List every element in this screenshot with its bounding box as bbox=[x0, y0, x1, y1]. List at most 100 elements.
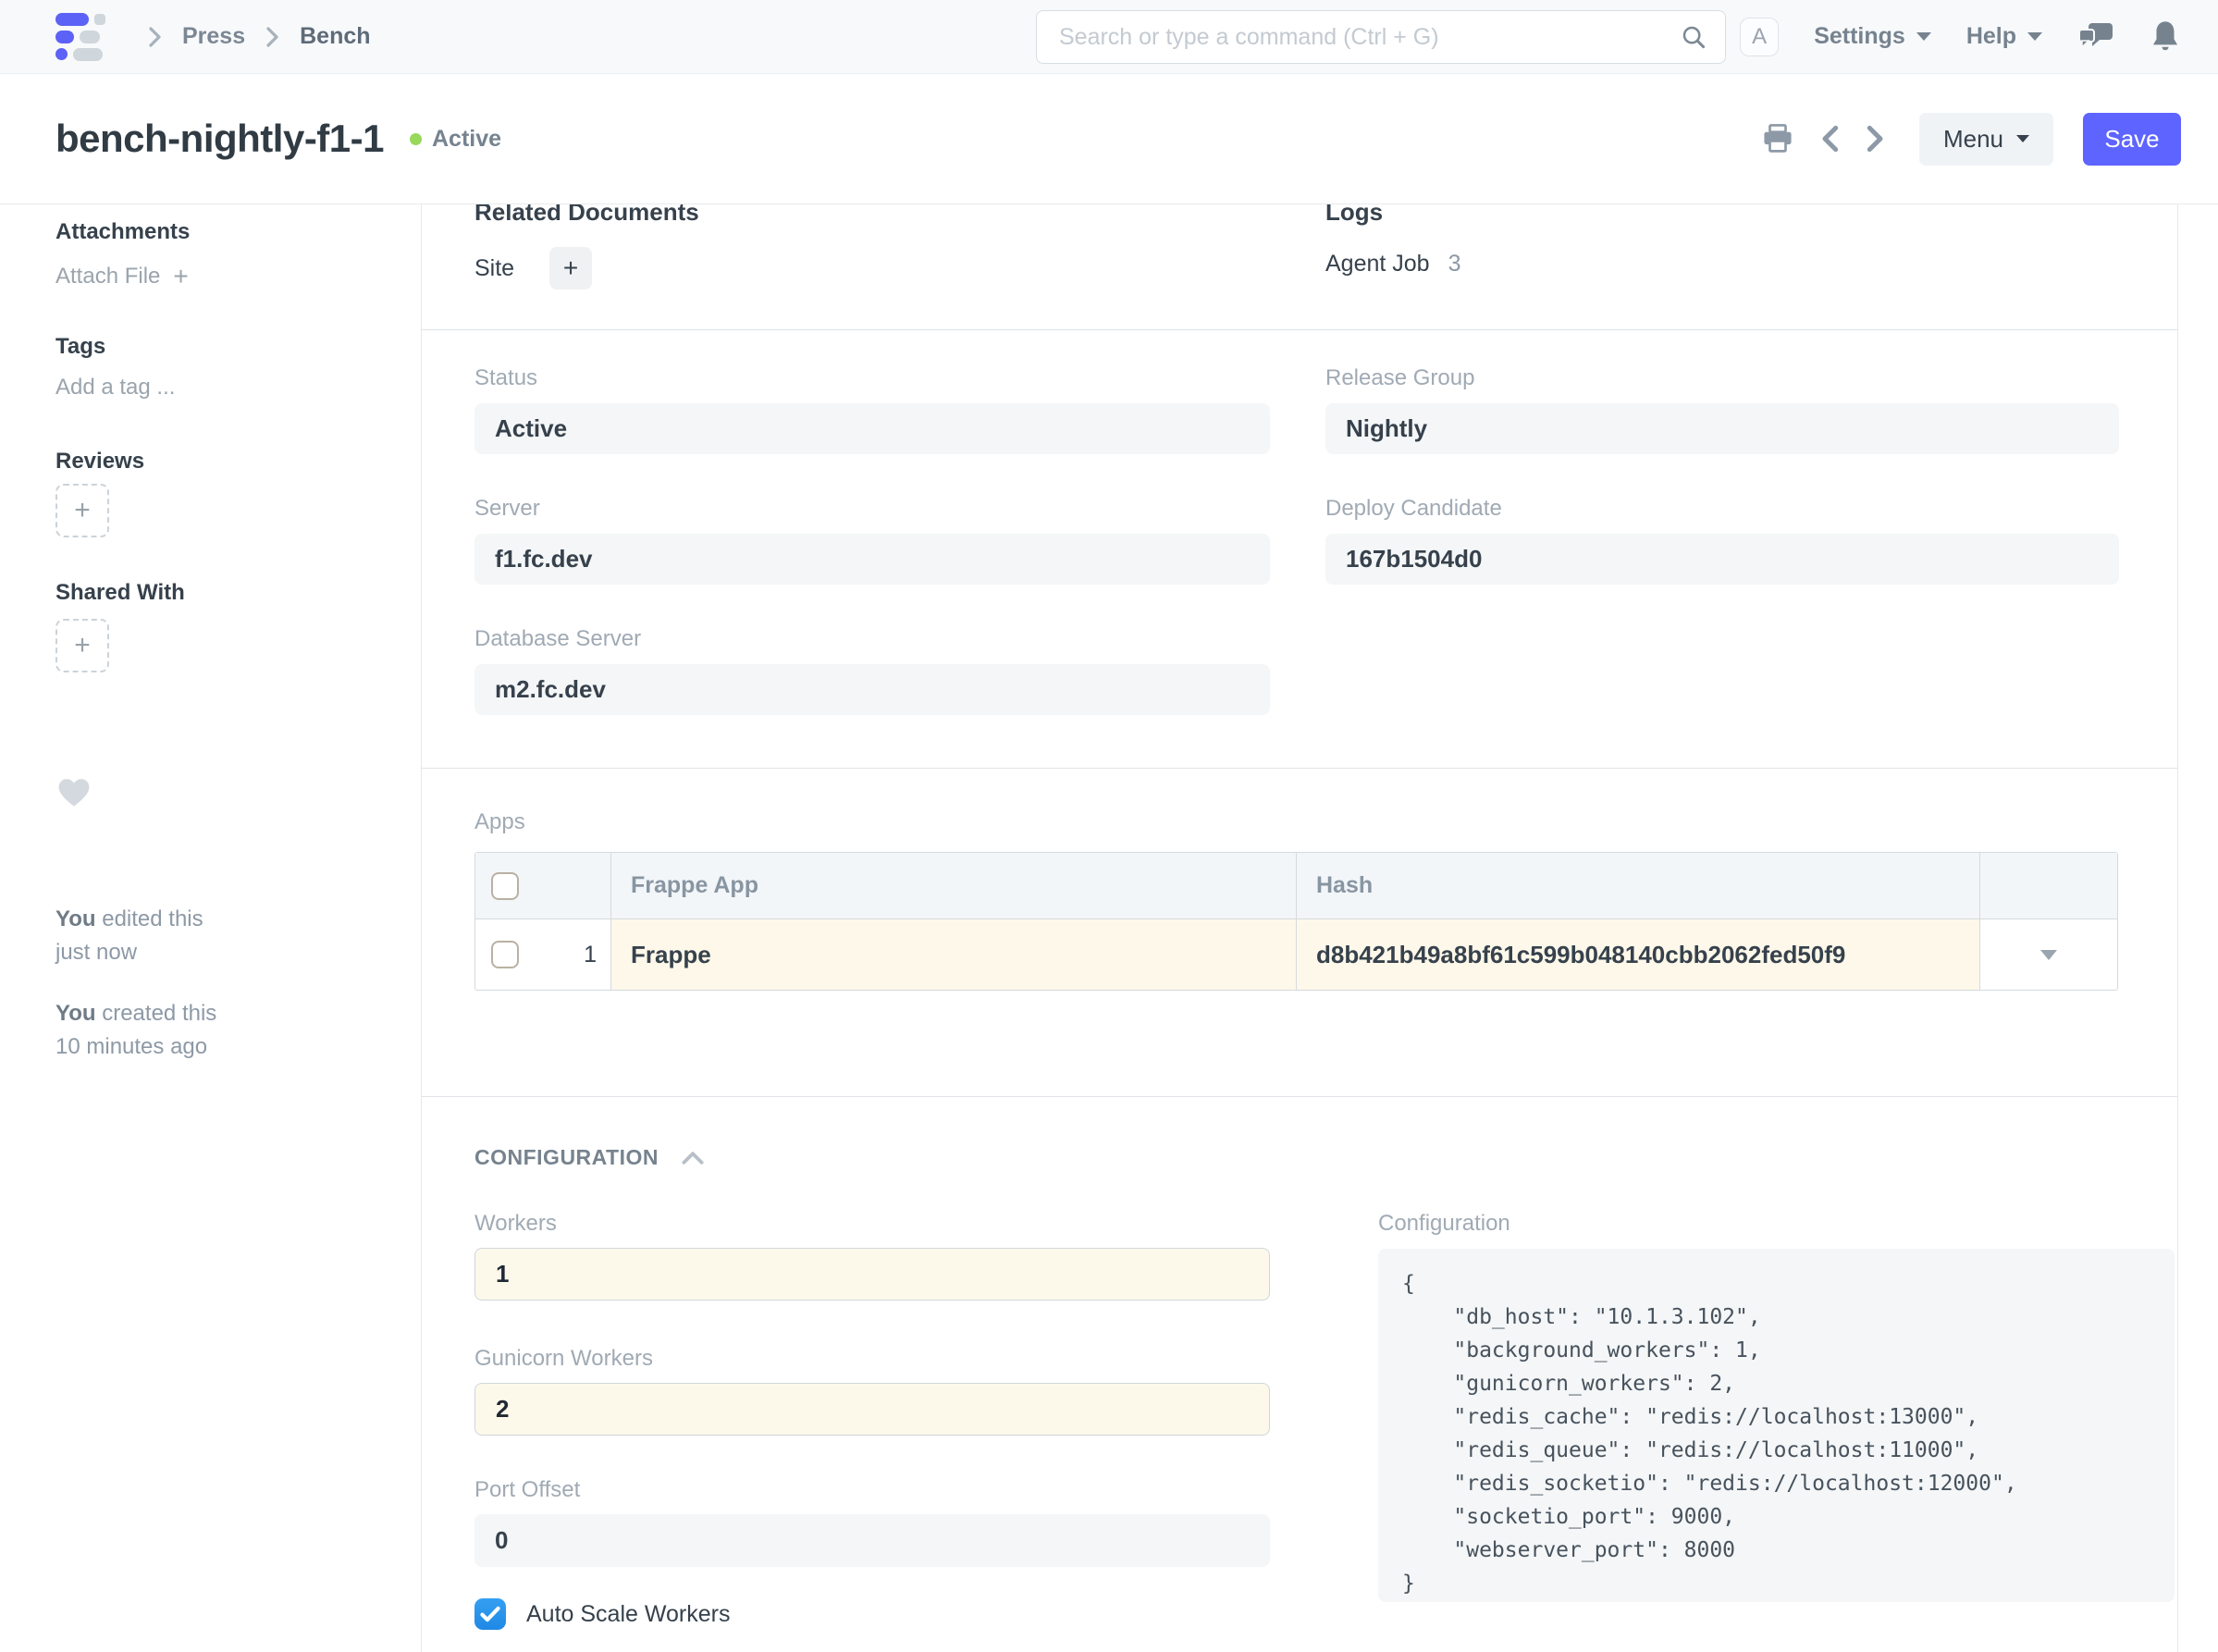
form-body: Related Documents Site + Logs Agent Job … bbox=[421, 204, 2178, 1652]
chevron-up-icon bbox=[681, 1151, 705, 1165]
apps-grid-label: Apps bbox=[474, 809, 2177, 835]
add-share-button[interactable]: + bbox=[55, 619, 109, 672]
agent-job-link[interactable]: Agent Job bbox=[1325, 251, 1430, 277]
edited-when: just now bbox=[55, 940, 137, 965]
gunicorn-workers-field-label: Gunicorn Workers bbox=[474, 1346, 1270, 1372]
edited-action: edited this bbox=[102, 906, 203, 931]
status-badge: Active bbox=[432, 126, 501, 153]
print-icon[interactable] bbox=[1756, 118, 1799, 159]
frappe-app-cell[interactable]: Frappe bbox=[611, 919, 1297, 990]
breadcrumb-chevron-icon bbox=[148, 26, 162, 48]
table-row: 1 Frappe d8b421b49a8bf61c599b048140cbb20… bbox=[475, 919, 2117, 990]
form-sidebar: Attachments Attach File + Tags Add a tag… bbox=[0, 204, 421, 1652]
add-site-button[interactable]: + bbox=[549, 247, 592, 290]
status-field-label: Status bbox=[474, 365, 1270, 391]
edited-who: You bbox=[55, 906, 96, 931]
apps-table-header: Frappe App Hash bbox=[475, 853, 2117, 919]
help-menu[interactable]: Help bbox=[1966, 23, 2042, 50]
save-button[interactable]: Save bbox=[2083, 113, 2181, 166]
section-apps: Apps Frappe App Hash 1 Frappe d8b bbox=[422, 809, 2177, 1097]
attachments-heading: Attachments bbox=[55, 219, 421, 245]
database-server-field-label: Database Server bbox=[474, 626, 1270, 652]
database-server-field-value[interactable]: m2.fc.dev bbox=[474, 664, 1270, 715]
breadcrumb-press[interactable]: Press bbox=[182, 23, 245, 50]
configuration-section-toggle[interactable]: CONFIGURATION bbox=[474, 1145, 2177, 1170]
navbar-actions: A Settings Help bbox=[1740, 18, 2181, 56]
checkmark-icon bbox=[480, 1606, 500, 1622]
add-review-button[interactable]: + bbox=[55, 484, 109, 537]
server-field-label: Server bbox=[474, 496, 1270, 522]
breadcrumb-bench[interactable]: Bench bbox=[300, 23, 370, 50]
tags-heading: Tags bbox=[55, 334, 421, 360]
chat-icon[interactable] bbox=[2077, 21, 2114, 53]
settings-label: Settings bbox=[1814, 23, 1905, 50]
row-index: 1 bbox=[584, 942, 597, 968]
frappe-logo-icon[interactable] bbox=[52, 11, 113, 63]
row-dropdown-icon[interactable] bbox=[2040, 950, 2057, 960]
apps-table: Frappe App Hash 1 Frappe d8b421b49a8bf61… bbox=[474, 852, 2118, 991]
chevron-down-icon bbox=[2016, 135, 2029, 142]
site-link-row: Site + bbox=[474, 247, 1270, 290]
settings-menu[interactable]: Settings bbox=[1814, 23, 1931, 50]
global-search bbox=[1036, 10, 1726, 64]
page-actions: Menu Save bbox=[1756, 113, 2181, 166]
auto-scale-row: Auto Scale Workers bbox=[474, 1598, 1270, 1630]
row-expand-cell bbox=[1980, 919, 2117, 990]
related-documents-heading: Related Documents bbox=[474, 204, 1270, 227]
plus-icon: + bbox=[74, 630, 91, 661]
add-tag-input[interactable]: Add a tag ... bbox=[55, 375, 421, 401]
shared-with-heading: Shared With bbox=[55, 580, 421, 606]
port-offset-input[interactable] bbox=[474, 1514, 1270, 1567]
auto-scale-label: Auto Scale Workers bbox=[526, 1601, 730, 1628]
hash-column-header: Hash bbox=[1297, 853, 1980, 918]
search-icon bbox=[1680, 23, 1707, 51]
top-navbar: Press Bench A Settings Help bbox=[0, 0, 2218, 74]
reviews-heading: Reviews bbox=[55, 449, 421, 475]
row-checkbox[interactable] bbox=[491, 941, 519, 968]
header-checkbox-cell bbox=[475, 853, 611, 918]
deploy-candidate-field-value[interactable]: 167b1504d0 bbox=[1325, 534, 2119, 585]
server-field-value[interactable]: f1.fc.dev bbox=[474, 534, 1270, 585]
configuration-json-label: Configuration bbox=[1378, 1211, 2175, 1237]
menu-button[interactable]: Menu bbox=[1919, 113, 2053, 166]
breadcrumb-chevron-icon bbox=[265, 26, 279, 48]
agent-job-count: 3 bbox=[1448, 251, 1461, 277]
site-link[interactable]: Site bbox=[474, 255, 514, 282]
select-all-checkbox[interactable] bbox=[491, 872, 519, 900]
workers-input[interactable] bbox=[474, 1248, 1270, 1301]
section-configuration: CONFIGURATION Workers Gunicorn Workers P… bbox=[422, 1145, 2177, 1652]
page-title: bench-nightly-f1-1 bbox=[55, 117, 384, 161]
auto-scale-checkbox[interactable] bbox=[474, 1598, 506, 1630]
like-heart-icon[interactable] bbox=[55, 776, 421, 814]
deploy-candidate-field-label: Deploy Candidate bbox=[1325, 496, 2119, 522]
plus-icon: + bbox=[74, 495, 91, 526]
prev-document-icon[interactable] bbox=[1814, 119, 1845, 158]
status-field-value[interactable]: Active bbox=[474, 403, 1270, 454]
logs-heading: Logs bbox=[1325, 204, 2119, 227]
notifications-bell-icon[interactable] bbox=[2150, 19, 2181, 55]
form-layout: Attachments Attach File + Tags Add a tag… bbox=[0, 204, 2218, 1652]
release-group-field-label: Release Group bbox=[1325, 365, 2119, 391]
next-document-icon[interactable] bbox=[1860, 119, 1891, 158]
status-dot-icon bbox=[410, 133, 422, 145]
created-who: You bbox=[55, 1001, 96, 1026]
gunicorn-workers-input[interactable] bbox=[474, 1383, 1270, 1436]
frappe-app-column-header: Frappe App bbox=[611, 853, 1297, 918]
workers-field-label: Workers bbox=[474, 1211, 1270, 1237]
edited-activity: You edited this just now bbox=[55, 903, 421, 969]
avatar[interactable]: A bbox=[1740, 18, 1779, 56]
attach-file-button[interactable]: Attach File + bbox=[55, 262, 421, 291]
chevron-down-icon bbox=[2027, 32, 2042, 41]
chevron-down-icon bbox=[1916, 32, 1931, 41]
plus-icon: + bbox=[173, 262, 188, 291]
created-activity: You created this 10 minutes ago bbox=[55, 997, 421, 1064]
release-group-field-value[interactable]: Nightly bbox=[1325, 403, 2119, 454]
search-input[interactable] bbox=[1036, 10, 1726, 64]
port-offset-field-label: Port Offset bbox=[474, 1477, 1270, 1503]
section-connections: Related Documents Site + Logs Agent Job … bbox=[422, 204, 2177, 330]
agent-job-row: Agent Job 3 bbox=[1325, 251, 2119, 277]
section-details: Status Active Server f1.fc.dev Database … bbox=[422, 330, 2177, 769]
attach-file-label: Attach File bbox=[55, 264, 160, 290]
created-action: created this bbox=[102, 1001, 216, 1026]
hash-cell[interactable]: d8b421b49a8bf61c599b048140cbb2062fed50f9 bbox=[1297, 919, 1980, 990]
